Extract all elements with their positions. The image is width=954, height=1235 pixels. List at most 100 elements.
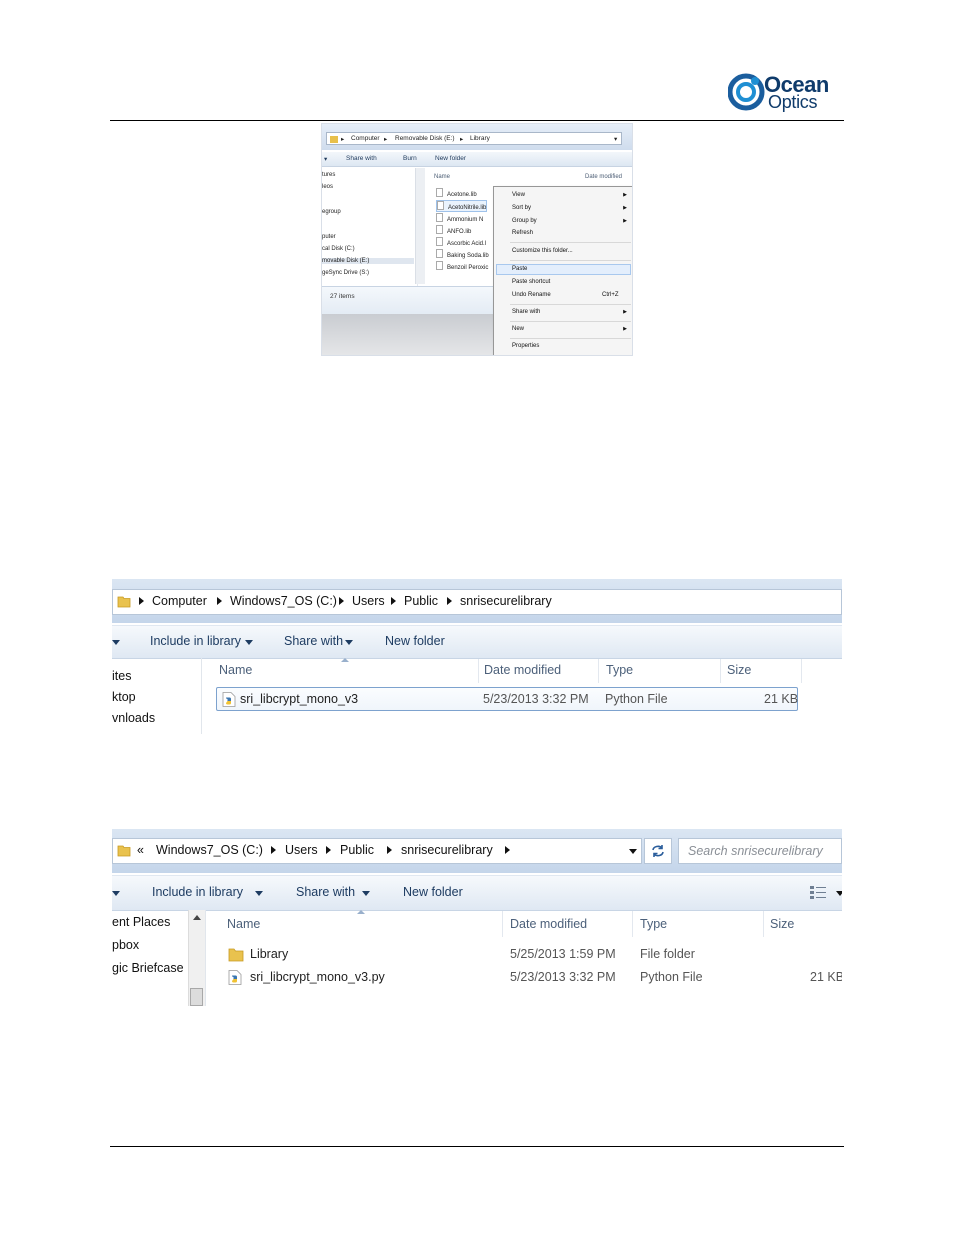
column-date-modified[interactable]: Date modified [510,917,587,931]
search-box[interactable]: Search snrisecurelibrary [678,838,842,864]
column-divider[interactable] [598,659,599,683]
nav-item[interactable]: leos [322,184,333,190]
address-dropdown-icon[interactable] [629,849,637,854]
organize-caret-icon[interactable] [112,891,120,896]
share-with-button[interactable]: Share with [284,634,343,648]
breadcrumb-overflow-icon[interactable]: « [137,843,144,857]
breadcrumb-snrisecurelibrary[interactable]: snrisecurelibrary [460,594,552,608]
breadcrumb-users[interactable]: Users [352,594,385,608]
file-item[interactable]: Acetone.lib [436,188,477,198]
breadcrumb-library[interactable]: Library [470,135,490,142]
nav-item[interactable]: egroup [322,209,341,215]
file-item[interactable]: ANFO.lib [436,225,471,235]
nav-item[interactable]: cal Disk (C:) [322,246,355,252]
include-caret-icon[interactable] [245,640,253,645]
breadcrumb-computer[interactable]: Computer [351,135,380,142]
menu-item-group-by[interactable]: Group by [512,218,537,224]
breadcrumb-arrow-icon[interactable] [339,597,344,605]
address-field[interactable]: ▸ Computer ▸ Removable Disk (E:) ▸ Libra… [326,132,622,145]
breadcrumb-computer[interactable]: Computer [152,594,207,608]
breadcrumb-arrow-icon[interactable] [217,597,222,605]
column-name[interactable]: Name [227,917,260,931]
table-row[interactable]: Library 5/25/2013 1:59 PM File folder [222,944,842,966]
scroll-up-icon[interactable] [193,915,201,920]
menu-item-properties[interactable]: Properties [512,343,539,349]
column-type[interactable]: Type [640,917,667,931]
breadcrumb-removable-disk[interactable]: Removable Disk (E:) [395,135,455,142]
breadcrumb-snrisecurelibrary[interactable]: snrisecurelibrary [401,843,493,857]
breadcrumb-arrow-icon[interactable] [271,846,276,854]
share-with-button[interactable]: Share with [346,155,377,162]
refresh-button[interactable] [644,838,672,864]
breadcrumb-arrow-icon[interactable] [505,846,510,854]
organize-caret-icon[interactable] [112,640,120,645]
dropdown-arrow-icon[interactable]: ▾ [614,135,617,143]
file-item[interactable]: Benzoil Peroxic [436,261,488,271]
share-with-button[interactable]: Share with [296,885,355,899]
nav-item-desktop[interactable]: ktop [112,690,136,704]
breadcrumb-arrow-icon[interactable] [139,597,144,605]
view-options-icon[interactable] [810,886,826,899]
nav-item[interactable]: puter [322,234,336,240]
breadcrumb-drive[interactable]: Windows7_OS (C:) [230,594,337,608]
new-folder-button[interactable]: New folder [385,634,445,648]
include-in-library-button[interactable]: Include in library [152,885,243,899]
column-divider[interactable] [478,659,479,683]
column-divider[interactable] [632,911,633,937]
breadcrumb-public[interactable]: Public [340,843,374,857]
table-row-selected[interactable]: sri_libcrypt_mono_v3 5/23/2013 3:32 PM P… [216,687,798,711]
include-caret-icon[interactable] [255,891,263,896]
address-field[interactable]: « Windows7_OS (C:) Users Public snrisecu… [112,838,642,864]
breadcrumb-arrow-icon[interactable] [391,597,396,605]
file-item[interactable]: Ascorbic Acid.l [436,237,486,247]
share-caret-icon[interactable] [362,891,370,896]
breadcrumb-arrow-icon[interactable] [326,846,331,854]
file-item-selected[interactable]: AcetoNitrile.lib [436,200,488,212]
column-divider[interactable] [502,911,503,937]
menu-item-new[interactable]: New [512,326,524,332]
new-folder-button[interactable]: New folder [403,885,463,899]
file-item[interactable]: Ammonium N [436,213,483,223]
file-name[interactable]: Library [250,947,288,961]
include-in-library-button[interactable]: Include in library [150,634,241,648]
column-date-modified[interactable]: Date modified [484,663,561,677]
menu-item-view[interactable]: View [512,192,525,198]
nav-item-downloads[interactable]: vnloads [112,711,155,725]
menu-item-share-with[interactable]: Share with [512,309,540,315]
table-row[interactable]: sri_libcrypt_mono_v3.py 5/23/2013 3:32 P… [222,967,842,989]
view-caret-icon[interactable] [836,891,842,896]
burn-button[interactable]: Burn [403,155,417,162]
file-item[interactable]: Baking Soda.lib [436,249,489,259]
nav-item-dropbox[interactable]: pbox [112,938,139,952]
column-date-modified[interactable]: Date modified [585,174,622,180]
nav-item[interactable]: geSync Drive (S:) [322,270,369,276]
nav-item-favorites[interactable]: ites [112,669,131,683]
column-divider[interactable] [720,659,721,683]
menu-item-paste-shortcut[interactable]: Paste shortcut [512,279,550,285]
menu-item-sort-by[interactable]: Sort by [512,205,531,211]
breadcrumb-users[interactable]: Users [285,843,318,857]
file-name[interactable]: sri_libcrypt_mono_v3 [240,692,358,706]
column-type[interactable]: Type [606,663,633,677]
toolbar-caret-icon[interactable]: ▾ [324,155,327,163]
column-size[interactable]: Size [727,663,751,677]
share-caret-icon[interactable] [345,640,353,645]
new-folder-button[interactable]: New folder [435,155,466,162]
nav-item-selected[interactable]: movable Disk (E:) [322,258,414,264]
column-divider[interactable] [763,911,764,937]
scrollbar-thumb[interactable] [190,988,203,1006]
nav-item-magic-briefcase[interactable]: gic Briefcase [112,961,184,975]
nav-item[interactable]: tures [322,172,335,178]
menu-item-undo-rename[interactable]: Undo Rename [512,292,551,298]
breadcrumb-arrow-icon[interactable] [447,597,452,605]
column-divider[interactable] [801,659,802,683]
nav-scrollbar[interactable] [415,168,425,284]
breadcrumb-drive[interactable]: Windows7_OS (C:) [156,843,263,857]
nav-item-recent-places[interactable]: ent Places [112,915,170,929]
column-name[interactable]: Name [219,663,252,677]
column-size[interactable]: Size [770,917,794,931]
menu-item-paste[interactable]: Paste [512,266,527,272]
breadcrumb-public[interactable]: Public [404,594,438,608]
file-name[interactable]: sri_libcrypt_mono_v3.py [250,970,385,984]
nav-scrollbar[interactable] [188,910,205,1006]
